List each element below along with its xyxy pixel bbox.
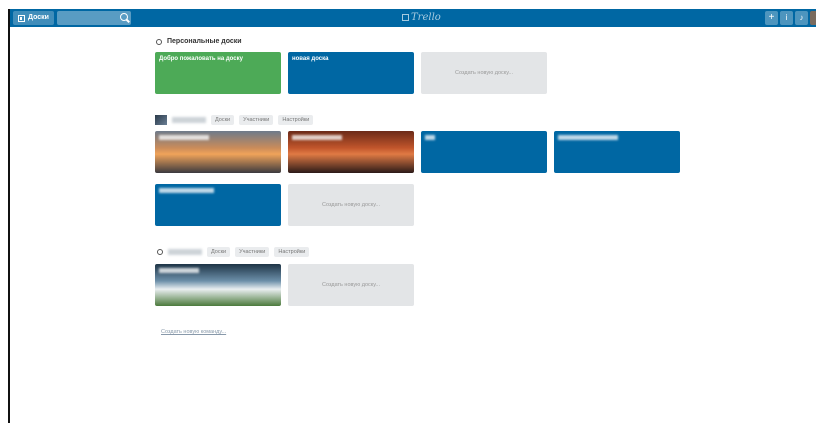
person-icon xyxy=(156,38,162,45)
tab-members[interactable]: Участники xyxy=(239,115,274,125)
board-tile[interactable] xyxy=(155,131,281,173)
tab-members[interactable]: Участники xyxy=(235,247,270,257)
create-board-button[interactable]: Создать новую доску... xyxy=(421,52,547,94)
notifications-icon[interactable]: ♪ xyxy=(795,11,808,25)
board-tile[interactable] xyxy=(421,131,547,173)
team-name[interactable] xyxy=(168,249,202,255)
tab-boards[interactable]: Доски xyxy=(207,247,231,257)
trello-logo[interactable]: Trello xyxy=(402,12,441,23)
personal-boards-title: Персональные доски xyxy=(167,38,242,45)
tab-settings[interactable]: Настройки xyxy=(274,247,310,257)
search-icon[interactable] xyxy=(120,13,128,21)
boards-button-label: Доски xyxy=(28,14,49,21)
create-board-label: Создать новую доску... xyxy=(455,70,513,76)
avatar[interactable] xyxy=(810,11,816,25)
search-input[interactable] xyxy=(57,11,131,25)
personal-boards-header: Персональные доски xyxy=(156,38,242,45)
trello-board-icon xyxy=(402,14,409,21)
boards-button[interactable]: Доски xyxy=(13,11,54,25)
board-tile-new[interactable]: новая доска xyxy=(288,52,414,94)
create-board-label: Создать новую доску... xyxy=(322,202,380,208)
create-board-button[interactable]: Создать новую доску... xyxy=(288,264,414,306)
tab-boards[interactable]: Доски xyxy=(211,115,235,125)
board-tile[interactable] xyxy=(155,184,281,226)
board-tile[interactable] xyxy=(155,264,281,306)
board-tile-label xyxy=(159,135,209,140)
board-tile-label xyxy=(558,135,618,140)
team-icon xyxy=(157,249,163,255)
add-button[interactable]: + xyxy=(765,11,778,25)
team-header: Доски Участники Настройки xyxy=(157,247,310,257)
board-tile[interactable] xyxy=(288,131,414,173)
board-tile[interactable] xyxy=(554,131,680,173)
header-bar: Доски Trello + i ♪ xyxy=(10,9,816,27)
board-tile-label xyxy=(159,268,199,273)
board-tile-label xyxy=(159,188,214,193)
board-tile-label: новая доска xyxy=(292,56,329,62)
create-board-button[interactable]: Создать новую доску... xyxy=(288,184,414,226)
team-name[interactable] xyxy=(172,117,206,123)
board-tile-label: Добро пожаловать на доску xyxy=(159,56,243,62)
team-avatar xyxy=(155,115,167,125)
team-header: Доски Участники Настройки xyxy=(155,115,314,125)
board-icon xyxy=(18,14,25,22)
create-team-link[interactable]: Создать новую команду... xyxy=(161,329,226,335)
logo-text: Trello xyxy=(411,12,441,23)
tab-settings[interactable]: Настройки xyxy=(278,115,314,125)
app-window: Доски Trello + i ♪ Персональные доски До… xyxy=(8,9,816,423)
board-tile-welcome[interactable]: Добро пожаловать на доску xyxy=(155,52,281,94)
board-tile-label xyxy=(425,135,435,140)
top-strip xyxy=(0,0,816,9)
board-tile-label xyxy=(292,135,342,140)
create-board-label: Создать новую доску... xyxy=(322,282,380,288)
info-icon[interactable]: i xyxy=(780,11,793,25)
